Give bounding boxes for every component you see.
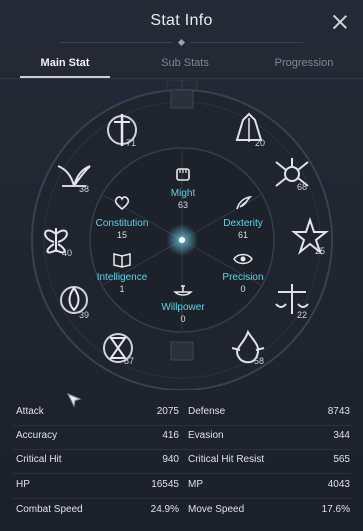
tab-main-stat[interactable]: Main Stat <box>20 48 110 78</box>
tab-sub-stats[interactable]: Sub Stats <box>140 48 230 78</box>
stat-value: 2075 <box>156 406 179 417</box>
lamp-icon <box>173 285 193 296</box>
stat-value: 565 <box>333 454 350 465</box>
close-icon[interactable] <box>328 10 352 34</box>
stat-value: 16545 <box>151 479 179 490</box>
core-stat-might-value: 63 <box>177 200 188 210</box>
table-row: Attack 2075 Defense 8743 <box>0 400 363 426</box>
stat-value: 416 <box>162 430 179 441</box>
stat-value: 17.6% <box>321 504 350 515</box>
stat-name: Evasion <box>188 430 224 441</box>
stat-name: Accuracy <box>16 430 58 441</box>
core-stat-willpower-label[interactable]: Willpower <box>138 302 228 313</box>
stat-value: 344 <box>333 430 350 441</box>
stat-value: 8743 <box>327 406 350 417</box>
core-stat-dexterity-value: 61 <box>237 230 248 240</box>
stat-name: MP <box>188 479 203 490</box>
core-stat-intelligence-value: 1 <box>119 284 125 294</box>
core-stat-dexterity-label[interactable]: Dexterity <box>198 218 288 229</box>
core-stat-constitution-value: 15 <box>116 230 127 240</box>
page-title: Stat Info <box>150 12 213 29</box>
title-divider-left <box>60 42 172 43</box>
stat-name: HP <box>16 479 30 490</box>
stat-info-panel: Stat Info Main Stat Sub Stats Progressio… <box>0 0 363 531</box>
stat-value: 24.9% <box>150 504 179 515</box>
tab-progression[interactable]: Progression <box>256 48 352 78</box>
ring-stat-value: 39 <box>79 310 90 320</box>
stat-name: Attack <box>16 406 44 417</box>
stat-name: Critical Hit <box>16 454 62 465</box>
ring-stat-value: 40 <box>62 248 73 258</box>
title-divider-right <box>191 42 303 43</box>
core-stat-precision-value: 0 <box>240 284 246 294</box>
core-stat-intelligence-label[interactable]: Intelligence <box>77 272 167 283</box>
ring-stat-value: 58 <box>254 356 265 366</box>
core-stat-constitution-label[interactable]: Constitution <box>77 218 167 229</box>
active-tab-indicator <box>20 76 110 78</box>
ring-stat-value: 68 <box>297 182 308 192</box>
heart-icon <box>114 196 130 211</box>
ring-stat-value: 38 <box>79 184 90 194</box>
core-stat-might-label[interactable]: Might <box>138 188 228 199</box>
title-diamond-ornament <box>177 38 186 47</box>
stat-name: Move Speed <box>188 504 245 515</box>
ring-stat-value: 25 <box>315 246 326 256</box>
book-icon <box>113 253 131 268</box>
table-row: Accuracy 416 Evasion 344 <box>0 424 363 450</box>
stat-wheel: 71 20 68 25 22 58 87 39 40 38 Might 63 C… <box>0 80 363 390</box>
ring-stat-value: 22 <box>297 310 308 320</box>
stat-name: Critical Hit Resist <box>188 454 265 465</box>
eye-icon <box>233 253 253 265</box>
core-stat-precision-label[interactable]: Precision <box>198 272 288 283</box>
ring-stat-value: 20 <box>255 138 266 148</box>
table-row: Critical Hit 940 Critical Hit Resist 565 <box>0 448 363 474</box>
stat-value: 940 <box>162 454 179 465</box>
wing-icon <box>236 195 252 210</box>
table-row: HP 16545 MP 4043 <box>0 473 363 499</box>
ring-stat-value: 87 <box>124 356 135 366</box>
table-row: Combat Speed 24.9% Move Speed 17.6% <box>0 498 363 524</box>
core-stat-willpower-value: 0 <box>180 314 186 324</box>
ring-stat-value: 71 <box>126 138 137 148</box>
stat-value: 4043 <box>327 479 350 490</box>
stat-name: Combat Speed <box>16 504 83 515</box>
header: Stat Info <box>0 0 363 47</box>
stat-name: Defense <box>188 406 226 417</box>
fist-icon <box>176 168 190 181</box>
tab-bar: Main Stat Sub Stats Progression <box>0 48 363 79</box>
